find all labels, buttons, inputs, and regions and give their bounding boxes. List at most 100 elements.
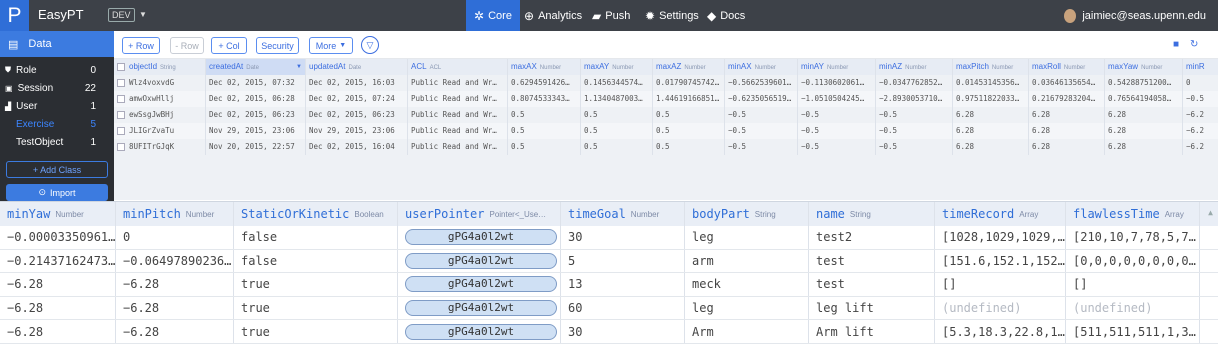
column-header[interactable]: bodyPart String [685, 202, 809, 226]
sidebar-item-session[interactable]: ▣ Session 22 [0, 79, 114, 97]
row-checkbox[interactable] [114, 107, 126, 123]
table-cell[interactable]: Public Read and Wr… [408, 139, 508, 155]
table-cell[interactable]: [511,511,511,1,3… [1066, 320, 1200, 343]
table-cell[interactable]: arm [685, 249, 809, 273]
table-cell[interactable]: 6.28 [1029, 123, 1105, 139]
row-checkbox[interactable] [114, 91, 126, 107]
table-cell[interactable]: Dec 02, 2015, 16:04 [306, 139, 408, 155]
table-row[interactable]: −0.00003350961… 0 false gPG4a0l2wt 30 leg test… [0, 226, 1218, 250]
table-cell[interactable]: test [809, 273, 935, 296]
pointer-pill[interactable]: gPG4a0l2wt [405, 252, 557, 269]
add-column-button[interactable]: + Col [211, 37, 247, 54]
filter-icon[interactable]: ▽ [361, 36, 379, 54]
column-header[interactable]: maxAX Number [508, 59, 581, 75]
table-cell[interactable]: −0.5 [876, 107, 953, 123]
table-cell[interactable]: −6.2 [1183, 107, 1218, 123]
add-class-button[interactable]: + Add Class [6, 161, 108, 178]
column-header[interactable]: minAX Number [725, 59, 798, 75]
column-header[interactable]: name String [809, 202, 935, 226]
column-header[interactable]: ACL ACL [408, 59, 508, 75]
table-cell[interactable]: 0.01790745742… [653, 75, 725, 91]
table-cell[interactable]: Wlz4voxvdG [126, 75, 206, 91]
table-cell[interactable]: −6.2 [1183, 123, 1218, 139]
table-cell[interactable]: 1.1340487003… [581, 91, 653, 107]
column-header[interactable]: createdAt Date ▼ [206, 59, 306, 75]
pointer-cell[interactable]: gPG4a0l2wt [398, 249, 561, 273]
table-cell[interactable]: 0 [1183, 75, 1218, 91]
table-cell[interactable]: −0.1130602061… [798, 75, 876, 91]
sidebar-item-testobject[interactable]: TestObject 1 [0, 133, 114, 151]
table-cell[interactable]: 30 [561, 226, 685, 249]
table-cell[interactable]: (undefined) [935, 296, 1066, 320]
pointer-pill[interactable]: gPG4a0l2wt [405, 300, 557, 317]
table-cell[interactable]: 0.01453145356… [953, 75, 1029, 91]
table-cell[interactable]: true [234, 320, 398, 343]
table-cell[interactable]: 0.76564194058… [1105, 91, 1183, 107]
table-row[interactable]: Wlz4voxvdG Dec 02, 2015, 07:32 Dec 02, 201… [114, 75, 1218, 91]
table-cell[interactable]: 1.44619166851… [653, 91, 725, 107]
refresh-icon[interactable]: ↻ [1190, 39, 1198, 50]
table-cell[interactable]: Public Read and Wr… [408, 91, 508, 107]
table-row[interactable]: −6.28 −6.28 true gPG4a0l2wt 60 leg leg lift (un… [0, 296, 1218, 321]
table-row[interactable]: JLIGrZvaTu Nov 29, 2015, 23:06 Nov 29, 201… [114, 123, 1218, 139]
table-cell[interactable]: 6.28 [953, 123, 1029, 139]
column-header[interactable]: minR [1183, 59, 1218, 75]
table-cell[interactable]: [5.3,18.3,22.8,1… [935, 320, 1066, 343]
nav-analytics[interactable]: ⊕ Analytics [524, 0, 582, 31]
table-row[interactable]: −6.28 −6.28 true gPG4a0l2wt 30 Arm Arm lift [5.… [0, 320, 1218, 344]
table-cell[interactable]: 0.5 [653, 107, 725, 123]
table-cell[interactable]: −0.5 [725, 123, 798, 139]
security-button[interactable]: Security [256, 37, 299, 54]
env-badge[interactable]: DEV [108, 8, 135, 22]
table-cell[interactable]: false [234, 249, 398, 273]
column-header[interactable]: flawlessTime Array [1066, 202, 1200, 226]
table-cell[interactable]: Dec 02, 2015, 06:23 [306, 107, 408, 123]
pointer-pill[interactable]: gPG4a0l2wt [405, 229, 557, 246]
column-header[interactable]: userPointer Pointer<_Use… [398, 202, 561, 226]
table-cell[interactable]: −0.00003350961… [0, 226, 116, 249]
table-cell[interactable]: [1028,1029,1029,… [935, 226, 1066, 249]
table-cell[interactable]: 6.28 [1105, 123, 1183, 139]
table-row[interactable]: 8UFITrGJqK Nov 20, 2015, 22:57 Dec 02, 201… [114, 139, 1218, 155]
table-cell[interactable]: −2.8930053710… [876, 91, 953, 107]
column-header[interactable]: timeGoal Number [561, 202, 685, 226]
table-cell[interactable]: false [234, 226, 398, 249]
select-all-checkbox[interactable] [114, 59, 126, 75]
table-cell[interactable]: leg lift [809, 296, 935, 320]
sidebar-item-exercise[interactable]: Exercise 5 [0, 115, 114, 133]
delete-row-button[interactable]: - Row [170, 37, 204, 54]
table-cell[interactable]: 0.21679283204… [1029, 91, 1105, 107]
table-cell[interactable]: 6.28 [1029, 139, 1105, 155]
column-header[interactable]: minPitch Number [116, 202, 234, 226]
column-header[interactable]: maxYaw Number [1105, 59, 1183, 75]
table-cell[interactable]: −0.5 [798, 107, 876, 123]
table-cell[interactable]: Dec 02, 2015, 07:32 [206, 75, 306, 91]
add-row-button[interactable]: + Row [122, 37, 160, 54]
table-cell[interactable]: 30 [561, 320, 685, 343]
table-cell[interactable]: leg [685, 226, 809, 249]
table-cell[interactable]: −6.2 [1183, 139, 1218, 155]
table-cell[interactable]: 0.54288751200… [1105, 75, 1183, 91]
column-header[interactable]: maxAZ Number [653, 59, 725, 75]
table-cell[interactable]: [] [1066, 273, 1200, 296]
table-cell[interactable]: −6.28 [116, 320, 234, 343]
table-cell[interactable]: −6.28 [0, 273, 116, 296]
table-cell[interactable]: −0.21437162473… [0, 249, 116, 273]
table-cell[interactable]: 0.1456344574… [581, 75, 653, 91]
table-cell[interactable]: true [234, 296, 398, 320]
table-cell[interactable]: Dec 02, 2015, 06:23 [206, 107, 306, 123]
table-cell[interactable]: 13 [561, 273, 685, 296]
more-button[interactable]: More ▼ [309, 37, 353, 54]
table-cell[interactable]: 0.5 [581, 107, 653, 123]
table-cell[interactable]: 0.8074533343… [508, 91, 581, 107]
table-cell[interactable]: −6.28 [116, 296, 234, 320]
table-cell[interactable]: −0.5662539601… [725, 75, 798, 91]
user-menu[interactable]: jaimiec@seas.upenn.edu [1064, 0, 1206, 31]
table-cell[interactable]: −0.6235056519… [725, 91, 798, 107]
table-cell[interactable]: 0 [116, 226, 234, 249]
table-cell[interactable]: 0.5 [653, 139, 725, 155]
table-cell[interactable]: Dec 02, 2015, 06:28 [206, 91, 306, 107]
table-cell[interactable]: meck [685, 273, 809, 296]
table-cell[interactable]: Dec 02, 2015, 07:24 [306, 91, 408, 107]
table-cell[interactable]: Nov 29, 2015, 23:06 [306, 123, 408, 139]
